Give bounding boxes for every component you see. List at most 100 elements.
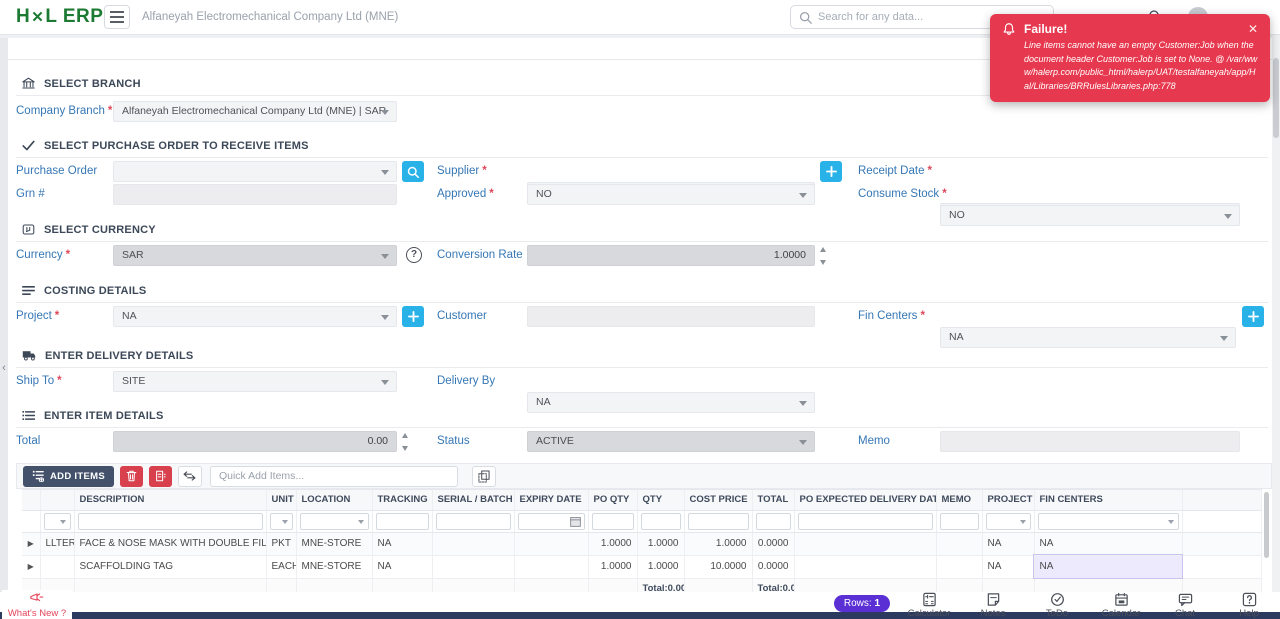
cell-po-qty[interactable]: 1.0000 [588, 532, 638, 556]
cell-project[interactable]: NA [982, 555, 1035, 579]
chevron-down-icon [381, 380, 389, 385]
footer-tool-notes[interactable]: Notes [968, 592, 1018, 619]
add-fin-center-button[interactable] [1242, 306, 1264, 327]
clear-list-icon [156, 470, 166, 482]
project-label: Project [16, 310, 59, 322]
cell-fin-centers[interactable]: NA [1033, 554, 1183, 579]
whats-new-link[interactable]: What's New ? [2, 590, 72, 619]
filter-item-code[interactable] [43, 512, 71, 530]
filter-project[interactable] [985, 512, 1031, 530]
fin-centers-value: NA [949, 331, 964, 343]
cell-description[interactable]: SCAFFOLDING TAG [74, 555, 267, 579]
filter-qty[interactable] [640, 512, 681, 530]
filter-serial-batch[interactable] [435, 512, 511, 530]
cell-po-expected[interactable] [794, 555, 937, 579]
col-qty: QTY [637, 490, 685, 511]
project-select[interactable]: NA [113, 306, 397, 327]
cell-cost-price[interactable]: 10.0000 [684, 555, 753, 579]
clear-empty-rows-button[interactable] [148, 465, 172, 487]
summary-qty-total: Total:0.00 [637, 577, 685, 592]
total-spinner[interactable] [400, 433, 410, 451]
approved-select[interactable]: NO [527, 184, 815, 205]
cell-cost-price[interactable]: 1.0000 [684, 532, 753, 556]
add-supplier-button[interactable] [820, 161, 842, 182]
row-expander-icon[interactable]: ▶ [22, 555, 41, 579]
sidebar-collapse-handle[interactable]: ‹ [0, 358, 8, 380]
cell-item-code[interactable]: LLTER [40, 532, 75, 556]
memo-label: Memo [858, 435, 890, 447]
chevron-down-icon [381, 254, 389, 259]
filter-cost-price[interactable] [687, 512, 749, 530]
cell-memo[interactable] [936, 555, 983, 579]
cell-project[interactable]: NA [982, 532, 1035, 556]
delete-rows-button[interactable] [119, 465, 143, 487]
footer-tool-calculator[interactable]: Calculator [904, 592, 954, 619]
footer-tool-todo[interactable]: ToDo [1032, 592, 1082, 619]
add-items-button[interactable]: ADD ITEMS [23, 465, 114, 487]
cell-location[interactable]: MNE-STORE [296, 555, 373, 579]
cell-expiry-date[interactable] [514, 532, 589, 556]
toast-close-icon[interactable]: ✕ [1248, 22, 1258, 36]
filter-description[interactable] [77, 512, 263, 530]
cell-po-expected[interactable] [794, 532, 937, 556]
filter-expiry-date[interactable] [517, 512, 585, 530]
company-branch-select[interactable]: Alfaneyah Electromechanical Company Ltd … [113, 101, 397, 122]
items-toolbar: ADD ITEMS [16, 463, 1272, 489]
quick-add-items-input[interactable] [209, 465, 458, 487]
cell-po-qty[interactable]: 1.0000 [588, 555, 638, 579]
currency-help-icon[interactable]: ? [406, 247, 422, 263]
cell-serial-batch[interactable] [432, 532, 515, 556]
filter-tracking[interactable] [375, 512, 429, 530]
page-scrollbar[interactable] [1272, 36, 1280, 612]
conversion-rate-spinner[interactable] [818, 247, 828, 265]
cell-tracking[interactable]: NA [372, 555, 433, 579]
filter-po-qty[interactable] [591, 512, 634, 530]
filter-location[interactable] [299, 512, 369, 530]
cell-item-code[interactable] [40, 555, 75, 579]
duplicate-row-button[interactable] [471, 465, 496, 487]
filter-fin-centers[interactable] [1037, 512, 1179, 530]
filter-unit[interactable] [269, 512, 293, 530]
cell-description[interactable]: FACE & NOSE MASK WITH DOUBLE FILLTER [74, 532, 267, 556]
purchase-order-search-button[interactable] [402, 161, 424, 182]
logo-x-icon: ✕ [31, 9, 45, 26]
footer-tool-chat[interactable]: Chat [1160, 592, 1210, 619]
cell-memo[interactable] [936, 532, 983, 556]
megaphone-icon [30, 593, 44, 602]
cell-location[interactable]: MNE-STORE [296, 532, 373, 556]
footer-tool-calendar[interactable]: Calendar [1096, 592, 1146, 619]
col-unit: UNIT [266, 490, 297, 511]
chevron-down-icon [381, 170, 389, 175]
cell-serial-batch[interactable] [432, 555, 515, 579]
section-title-items: ENTER ITEM DETAILS [44, 409, 164, 422]
cell-tracking[interactable]: NA [372, 532, 433, 556]
cell-fin-centers[interactable]: NA [1034, 532, 1183, 556]
ship-to-value: SITE [122, 375, 146, 387]
whats-new-label: What's New ? [7, 608, 67, 619]
table-scrollbar[interactable] [1264, 492, 1269, 558]
cell-expiry-date[interactable] [514, 555, 589, 579]
plus-icon [1247, 311, 1259, 322]
cell-unit[interactable]: EACH [266, 555, 297, 579]
filter-total[interactable] [755, 512, 791, 530]
purchase-order-select[interactable] [113, 161, 397, 182]
ship-to-select[interactable]: SITE [113, 371, 397, 392]
footer-tool-help[interactable]: Help [1224, 592, 1274, 619]
col-location: LOCATION [296, 490, 373, 511]
add-project-button[interactable] [402, 306, 424, 327]
table-row: ▶ SCAFFOLDING TAG EACH MNE-STORE NA 1.00… [22, 554, 1262, 579]
grn-number-input[interactable] [113, 184, 397, 205]
supplier-label: Supplier [437, 165, 487, 177]
row-expander-icon[interactable]: ▶ [22, 532, 41, 556]
cell-qty[interactable]: 1.0000 [637, 532, 685, 556]
cell-qty[interactable]: 1.0000 [637, 555, 685, 579]
section-title-costing: COSTING DETAILS [44, 284, 147, 297]
cell-total[interactable]: 0.0000 [752, 555, 795, 579]
filter-po-expected[interactable] [797, 512, 933, 530]
cell-total[interactable]: 0.0000 [752, 532, 795, 556]
menu-toggle-button[interactable] [104, 5, 130, 29]
filter-memo[interactable] [939, 512, 979, 530]
swap-columns-button[interactable] [177, 465, 202, 487]
cell-unit[interactable]: PKT [266, 532, 297, 556]
grn-form-panel: SELECT BRANCH Company Branch Alfaneyah E… [8, 60, 1280, 592]
